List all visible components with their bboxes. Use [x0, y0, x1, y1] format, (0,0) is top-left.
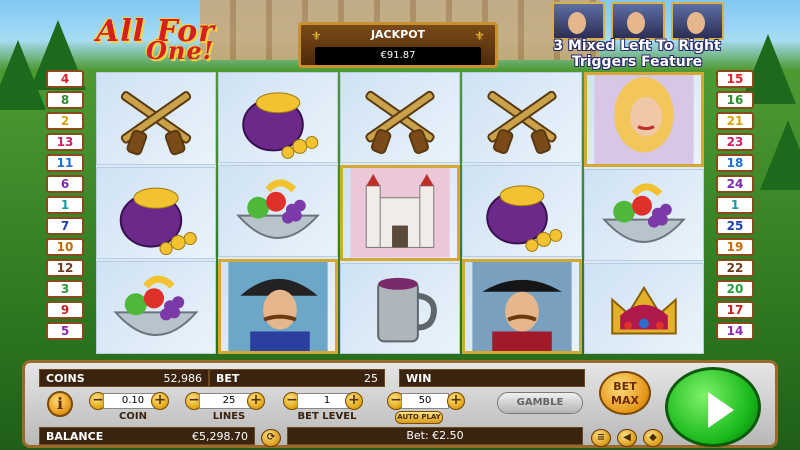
- coin-label: COIN: [119, 411, 147, 422]
- bet-level-plus-button[interactable]: +: [345, 392, 363, 410]
- coin-plus-button[interactable]: +: [151, 392, 169, 410]
- bet-label: BET: [216, 372, 240, 385]
- musketeer-portrait-icon: [552, 2, 606, 40]
- musketeer-portrait-icon: [611, 2, 665, 40]
- crossed-pistols-symbol-icon: [340, 72, 460, 164]
- right-payline-20[interactable]: 20: [716, 280, 754, 298]
- balance-value: €5,298.70: [192, 430, 248, 443]
- left-payline-4[interactable]: 4: [46, 70, 84, 88]
- payline-indicators-left: 4 8 2 13 11 6 1 7 10 12 3 9 5: [42, 70, 88, 340]
- gamble-button[interactable]: GAMBLE: [497, 392, 583, 414]
- left-payline-6[interactable]: 6: [46, 175, 84, 193]
- left-payline-12[interactable]: 12: [46, 259, 84, 277]
- left-payline-1[interactable]: 1: [46, 196, 84, 214]
- musketeer-mustache-symbol-icon: [218, 258, 338, 354]
- coins-display: COINS 52,986: [39, 369, 209, 387]
- feature-portraits: [552, 2, 724, 40]
- left-payline-11[interactable]: 11: [46, 154, 84, 172]
- balance-label: BALANCE: [46, 430, 104, 443]
- lady-blonde-symbol-icon: [584, 72, 704, 168]
- bet-max-line1: BET: [613, 380, 637, 393]
- gold-sack-symbol-icon: [218, 72, 338, 164]
- royal-crown-symbol-icon: [584, 262, 704, 354]
- gold-sack-symbol-icon: [462, 165, 582, 257]
- lines-plus-button[interactable]: +: [247, 392, 265, 410]
- left-payline-7[interactable]: 7: [46, 217, 84, 235]
- menu-icon[interactable]: ≡: [591, 429, 611, 447]
- jackpot-box: ⚜ ⚜ JACKPOT €91.87: [298, 22, 498, 68]
- reel-5: [584, 72, 704, 354]
- autoplay-button[interactable]: AUTO PLAY: [395, 411, 443, 424]
- fruit-bowl-symbol-icon: [218, 165, 338, 257]
- left-payline-2[interactable]: 2: [46, 112, 84, 130]
- fruit-bowl-symbol-icon: [584, 169, 704, 261]
- crossed-pistols-symbol-icon: [462, 72, 582, 164]
- right-payline-21[interactable]: 21: [716, 112, 754, 130]
- reel-2: [218, 72, 338, 354]
- autoplay-value: 50: [401, 393, 449, 409]
- right-payline-16[interactable]: 16: [716, 91, 754, 109]
- bet-value: 25: [364, 372, 378, 385]
- feature-text-line1: 3 Mixed Left To Right: [553, 38, 721, 54]
- logo-text-line2: One!: [146, 36, 215, 65]
- refresh-icon[interactable]: ⟳: [261, 429, 281, 447]
- left-payline-3[interactable]: 3: [46, 280, 84, 298]
- payline-indicators-right: 15 16 21 23 18 24 1 25 19 22 20 17 14: [712, 70, 758, 340]
- reel-1: [96, 72, 216, 355]
- right-payline-23[interactable]: 23: [716, 133, 754, 151]
- win-label: WIN: [406, 372, 432, 385]
- right-payline-17[interactable]: 17: [716, 301, 754, 319]
- control-panel: COINS 52,986 BET 25 WIN ℹ − 0.10 + COIN …: [22, 360, 778, 448]
- reel-3: [340, 72, 460, 354]
- bet-total-value: Bet: €2.50: [406, 429, 464, 442]
- musketeer-black-hat-symbol-icon: [462, 258, 582, 354]
- right-payline-1[interactable]: 1: [716, 196, 754, 214]
- balance-display: BALANCE €5,298.70: [39, 427, 255, 445]
- left-payline-13[interactable]: 13: [46, 133, 84, 151]
- lines-label: LINES: [212, 411, 246, 422]
- jackpot-value: €91.87: [315, 47, 481, 65]
- right-payline-14[interactable]: 14: [716, 322, 754, 340]
- info-button[interactable]: ℹ: [47, 391, 73, 417]
- musketeer-portrait-icon: [670, 2, 724, 40]
- left-payline-9[interactable]: 9: [46, 301, 84, 319]
- coins-value: 52,986: [163, 372, 203, 385]
- bet-total-display: Bet: €2.50: [287, 427, 583, 445]
- right-payline-24[interactable]: 24: [716, 175, 754, 193]
- right-payline-19[interactable]: 19: [716, 238, 754, 256]
- feature-text: 3 Mixed Left To Right Triggers Feature: [530, 38, 744, 70]
- reel-4: [462, 72, 582, 354]
- feature-text-line2: Triggers Feature: [571, 54, 703, 70]
- left-payline-8[interactable]: 8: [46, 91, 84, 109]
- reel-area: [96, 72, 704, 355]
- win-display: WIN: [399, 369, 585, 387]
- sound-icon[interactable]: ◀: [617, 429, 637, 447]
- coins-label: COINS: [46, 372, 85, 385]
- right-payline-22[interactable]: 22: [716, 259, 754, 277]
- gold-sack-symbol-icon: [96, 166, 216, 260]
- autoplay-plus-button[interactable]: +: [447, 392, 465, 410]
- tree-right-2: [760, 120, 800, 190]
- jackpot-label: JACKPOT: [370, 28, 426, 41]
- right-payline-18[interactable]: 18: [716, 154, 754, 172]
- right-payline-15[interactable]: 15: [716, 70, 754, 88]
- left-payline-10[interactable]: 10: [46, 238, 84, 256]
- right-payline-25[interactable]: 25: [716, 217, 754, 235]
- fullscreen-icon[interactable]: ◆: [643, 429, 663, 447]
- bet-level-label: BET LEVEL: [297, 411, 357, 422]
- game-logo: All For One!: [88, 14, 238, 68]
- spin-button[interactable]: [665, 367, 761, 447]
- bet-display: BET 25: [209, 369, 385, 387]
- left-payline-5[interactable]: 5: [46, 322, 84, 340]
- fruit-bowl-symbol-icon: [96, 261, 216, 355]
- bet-max-button[interactable]: BET MAX: [599, 371, 651, 415]
- pewter-mug-symbol-icon: [340, 262, 460, 354]
- crossed-pistols-symbol-icon: [96, 72, 216, 165]
- bet-max-line2: MAX: [611, 394, 639, 407]
- castle-symbol-icon: [340, 165, 460, 261]
